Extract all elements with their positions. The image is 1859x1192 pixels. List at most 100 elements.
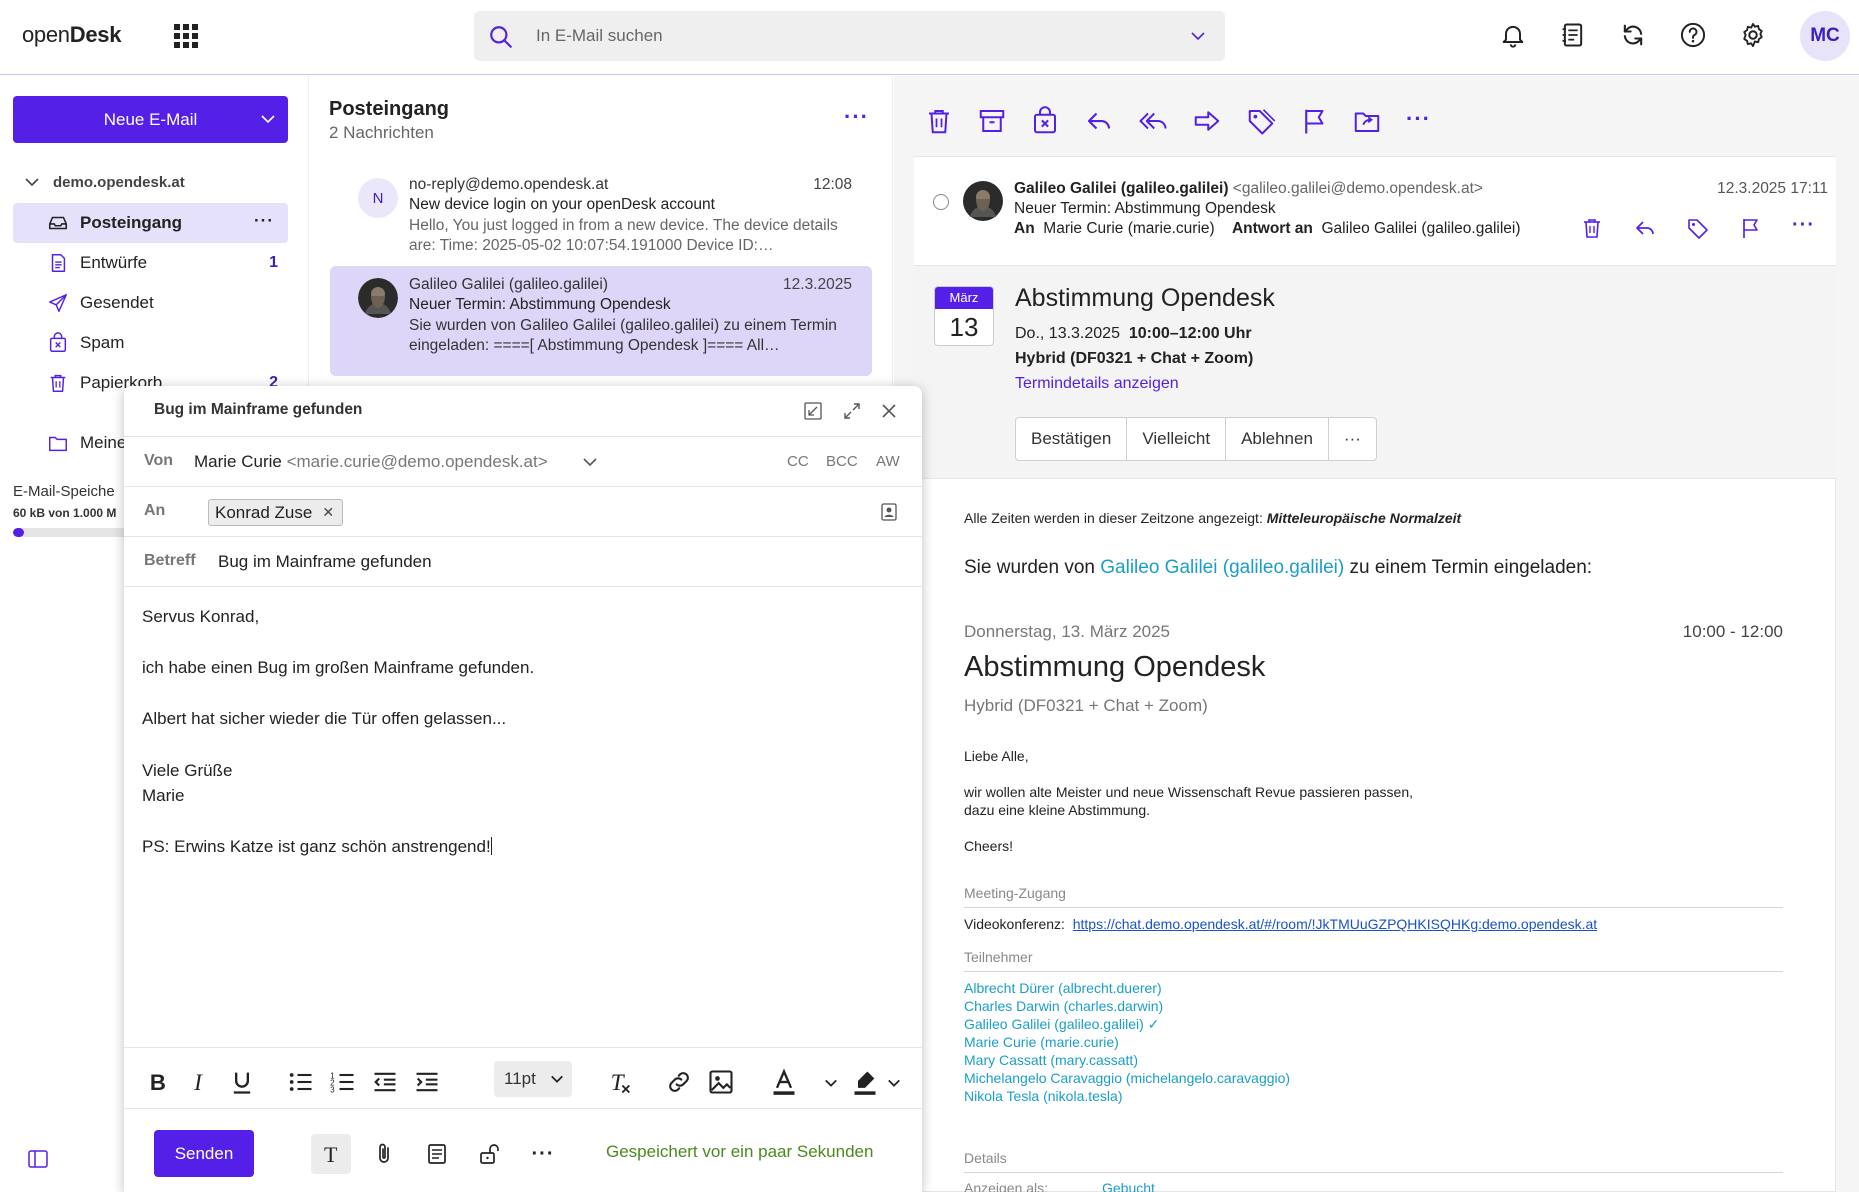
highlight-icon[interactable] bbox=[851, 1068, 879, 1096]
close-icon[interactable] bbox=[880, 402, 898, 420]
more-icon[interactable]: ··· bbox=[254, 211, 274, 231]
new-mail-button[interactable]: Neue E-Mail bbox=[13, 96, 288, 143]
account-name[interactable]: demo.opendesk.at bbox=[53, 174, 185, 191]
font-size-select[interactable]: 11pt bbox=[494, 1061, 572, 1097]
video-conference-link[interactable]: https://chat.demo.opendesk.at/#/room/!Jk… bbox=[1073, 916, 1597, 932]
app-launcher-icon[interactable] bbox=[174, 24, 198, 48]
decline-button[interactable]: Ablehnen bbox=[1226, 418, 1329, 460]
message-preview: Sie wurden von Galileo Galilei (galileo.… bbox=[409, 317, 837, 354]
address-book-icon[interactable] bbox=[880, 502, 898, 522]
list-item[interactable]: N no-reply@demo.opendesk.at 12:08 New de… bbox=[330, 166, 872, 256]
notes-icon[interactable] bbox=[1559, 21, 1587, 49]
chevron-down-icon[interactable] bbox=[582, 456, 598, 468]
bell-icon[interactable] bbox=[1499, 21, 1527, 49]
tag-icon[interactable] bbox=[1246, 106, 1276, 136]
chevron-down-icon[interactable] bbox=[824, 1078, 838, 1088]
reply-icon[interactable] bbox=[1084, 106, 1114, 136]
more-options-button[interactable]: ··· bbox=[1329, 418, 1376, 460]
show-as-value: Gebucht bbox=[1102, 1180, 1155, 1192]
more-icon[interactable]: ··· bbox=[1406, 108, 1431, 130]
flag-icon[interactable] bbox=[1739, 216, 1763, 240]
numbered-list-icon[interactable]: 123 bbox=[329, 1068, 357, 1096]
user-avatar[interactable]: MC bbox=[1800, 11, 1850, 61]
forward-icon[interactable] bbox=[1192, 106, 1222, 136]
spam-icon[interactable] bbox=[1030, 106, 1060, 136]
tentative-button[interactable]: Vielleicht bbox=[1127, 418, 1227, 460]
organizer-link[interactable]: Galileo Galilei (galileo.galilei) bbox=[1100, 557, 1344, 578]
template-button[interactable] bbox=[417, 1134, 457, 1174]
more-icon[interactable]: ··· bbox=[844, 106, 869, 128]
storage-bar-fill bbox=[13, 528, 24, 537]
sidebar-item-sent[interactable]: Gesendet bbox=[13, 283, 288, 323]
underline-icon[interactable] bbox=[228, 1068, 256, 1096]
tag-icon[interactable] bbox=[1686, 216, 1710, 240]
more-icon[interactable]: ··· bbox=[1792, 215, 1815, 235]
cc-button[interactable]: CC bbox=[787, 453, 809, 470]
reply-all-icon[interactable] bbox=[1138, 106, 1168, 136]
move-to-folder-icon[interactable] bbox=[1352, 106, 1382, 136]
aw-button[interactable]: AW bbox=[876, 453, 900, 470]
participant-item[interactable]: Charles Darwin (charles.darwin) bbox=[964, 998, 1163, 1014]
minimize-icon[interactable] bbox=[803, 401, 823, 421]
mail-date: 12.3.2025 17:11 bbox=[1717, 180, 1828, 197]
link-icon[interactable] bbox=[665, 1068, 693, 1096]
encryption-button[interactable] bbox=[470, 1134, 510, 1174]
from-selector[interactable]: Marie Curie <marie.curie@demo.opendesk.a… bbox=[194, 452, 548, 472]
invite-details-link[interactable]: Termindetails anzeigen bbox=[1015, 375, 1179, 393]
bcc-button[interactable]: BCC bbox=[826, 453, 858, 470]
more-icon[interactable]: ··· bbox=[523, 1134, 563, 1174]
recipient-chip[interactable]: Konrad Zuse ✕ bbox=[208, 499, 344, 526]
select-radio[interactable] bbox=[933, 194, 949, 210]
refresh-icon[interactable] bbox=[1619, 21, 1647, 49]
text-color-icon[interactable] bbox=[770, 1068, 798, 1096]
participant-item[interactable]: Michelangelo Caravaggio (michelangelo.ca… bbox=[964, 1070, 1290, 1086]
help-icon[interactable] bbox=[1679, 21, 1707, 49]
document-icon bbox=[428, 1144, 446, 1164]
accept-button[interactable]: Bestätigen bbox=[1016, 418, 1128, 460]
chevron-down-icon[interactable] bbox=[1190, 29, 1206, 43]
participant-item[interactable]: Nikola Tesla (nikola.tesla) bbox=[964, 1088, 1122, 1104]
sidebar-toggle-icon[interactable] bbox=[28, 1150, 48, 1168]
reply-icon[interactable] bbox=[1633, 216, 1657, 240]
search-input[interactable] bbox=[536, 11, 1136, 61]
to-recipient[interactable]: Marie Curie (marie.curie) bbox=[1043, 220, 1214, 237]
archive-icon[interactable] bbox=[977, 106, 1007, 136]
sidebar-item-spam[interactable]: Spam bbox=[13, 323, 288, 363]
indent-icon[interactable] bbox=[413, 1068, 441, 1096]
new-mail-label: Neue E-Mail bbox=[103, 109, 198, 129]
trash-icon[interactable] bbox=[1580, 216, 1604, 240]
outdent-icon[interactable] bbox=[371, 1068, 399, 1096]
clear-formatting-icon[interactable]: T bbox=[606, 1068, 634, 1096]
send-button[interactable]: Senden bbox=[154, 1130, 254, 1177]
chevron-down-icon[interactable] bbox=[24, 176, 40, 188]
participant-item[interactable]: Galileo Galilei (galileo.galilei) ✓ bbox=[964, 1016, 1159, 1033]
formatting-toggle-button[interactable]: T bbox=[311, 1134, 351, 1174]
subject-input[interactable]: Bug im Mainframe gefunden bbox=[218, 552, 432, 572]
sender-name[interactable]: Galileo Galilei (galileo.galilei) bbox=[1014, 180, 1228, 197]
sidebar-item-inbox[interactable]: Posteingang ··· bbox=[13, 203, 288, 243]
trash-icon[interactable] bbox=[924, 106, 954, 136]
participant-item[interactable]: Albrecht Dürer (albrecht.duerer) bbox=[964, 980, 1162, 996]
image-icon[interactable] bbox=[707, 1068, 735, 1096]
opendesk-logo[interactable]: openDesk bbox=[22, 22, 121, 48]
sidebar-item-drafts[interactable]: Entwürfe 1 bbox=[13, 243, 288, 283]
list-item[interactable]: Galileo Galilei (galileo.galilei) 12.3.2… bbox=[330, 266, 872, 376]
participant-item[interactable]: Marie Curie (marie.curie) bbox=[964, 1034, 1119, 1050]
expand-icon[interactable] bbox=[842, 401, 862, 421]
remove-recipient-icon[interactable]: ✕ bbox=[322, 500, 334, 525]
participant-item[interactable]: Mary Cassatt (mary.cassatt) bbox=[964, 1052, 1138, 1068]
attach-button[interactable] bbox=[364, 1134, 404, 1174]
reply-to-recipient[interactable]: Galileo Galilei (galileo.galilei) bbox=[1322, 220, 1521, 237]
calendar-date-badge: März 13 bbox=[934, 286, 994, 346]
chevron-down-icon[interactable] bbox=[260, 112, 276, 126]
chevron-down-icon[interactable] bbox=[887, 1078, 901, 1088]
gear-icon[interactable] bbox=[1739, 21, 1767, 49]
search-icon[interactable] bbox=[488, 24, 514, 50]
paperclip-icon bbox=[379, 1143, 389, 1163]
bullet-list-icon[interactable] bbox=[287, 1068, 315, 1096]
message-body-editor[interactable]: Servus Konrad, ich habe einen Bug im gro… bbox=[142, 604, 902, 1044]
bold-icon[interactable]: B bbox=[144, 1068, 172, 1096]
flag-icon[interactable] bbox=[1300, 106, 1330, 136]
italic-icon[interactable]: I bbox=[186, 1068, 214, 1096]
divider bbox=[124, 436, 922, 437]
